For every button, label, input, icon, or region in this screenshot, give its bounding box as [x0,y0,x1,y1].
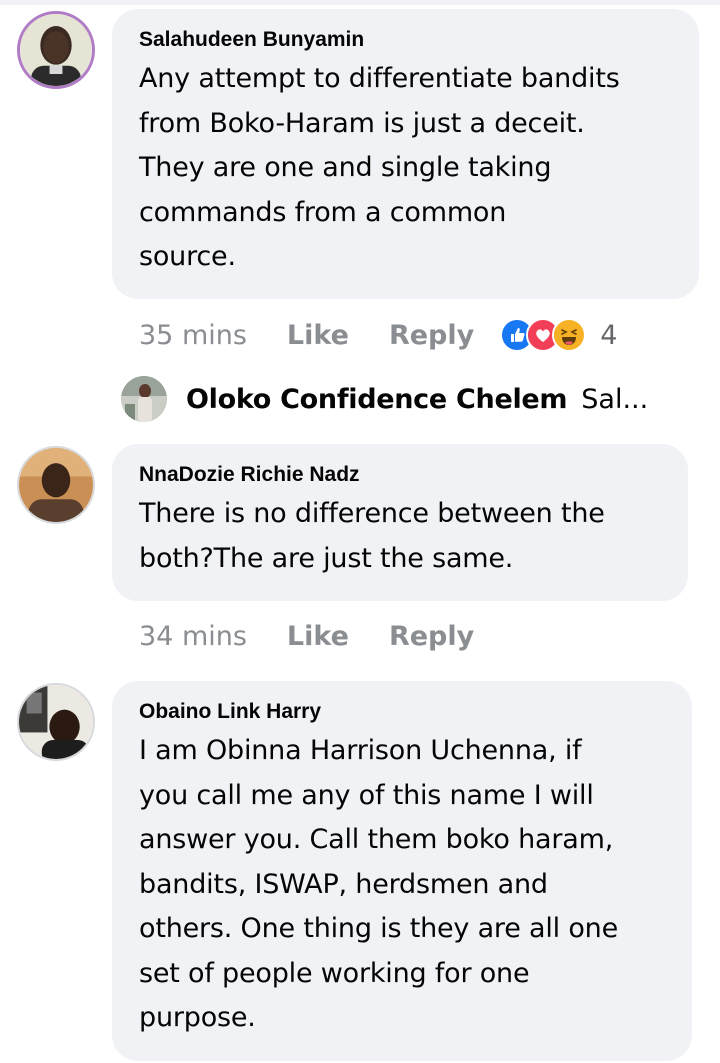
comment-line: I am Obinna Harrison Uchenna, if [139,735,582,766]
comment-line: set of people working for one [139,957,530,989]
comment-body: Any attempt to differentiate bandits fro… [139,57,675,280]
comment-line: They are one and single taking [139,152,552,183]
avatar[interactable] [17,11,95,89]
comment-bubble: Obaino Link Harry I am Obinna Harrison U… [112,681,692,1061]
comment-bubble: Salahudeen Bunyamin Any attempt to diffe… [112,9,699,299]
comment-line: Any attempt to differentiate bandits [139,63,620,94]
comment-line: from Boko-Haram is just a deceit. [139,107,585,139]
comment-timestamp[interactable]: 34 mins [139,621,247,652]
comment-author[interactable]: Salahudeen Bunyamin [139,27,675,53]
comment-body: There is no difference between the both?… [139,492,664,581]
reply-button[interactable]: Reply [389,621,474,652]
reply-author: Oloko Confidence Chelem [186,383,568,415]
like-button[interactable]: Like [287,621,349,652]
comment-line: both?The are just the same. [139,542,514,574]
comment-line: answer you. Call them boko haram, [139,824,614,855]
comment-line: purpose. [139,1002,256,1033]
avatar-photo [19,685,93,759]
reply-button[interactable]: Reply [389,320,474,351]
comment-line: you call me any of this name I will [139,779,594,811]
comment-line: others. One thing is they are all one [139,913,618,944]
comment-line: bandits, ISWAP, herdsmen and [139,868,548,900]
comment-line: commands from a common [139,196,507,228]
reaction-summary[interactable] [500,318,587,352]
comment-body: I am Obinna Harrison Uchenna, if you cal… [139,729,668,1041]
reply-avatar [121,376,167,422]
reply-preview[interactable]: Oloko Confidence Chelem Sal... [121,375,648,423]
comment-timestamp[interactable]: 35 mins [139,320,247,351]
top-divider [0,0,720,5]
comment-line: There is no difference between the [139,498,605,529]
comment-actions: 35 mins Like Reply 4 [139,315,617,355]
comment-author[interactable]: Obaino Link Harry [139,699,668,725]
reaction-count[interactable]: 4 [600,320,617,351]
avatar[interactable] [17,446,95,524]
haha-reaction-icon [552,318,587,352]
avatar-photo [20,14,92,86]
avatar[interactable] [17,683,95,761]
like-button[interactable]: Like [287,320,349,351]
avatar-photo [19,448,93,522]
comment-actions: 34 mins Like Reply [139,616,474,656]
comment-author[interactable]: NnaDozie Richie Nadz [139,462,664,488]
comment-bubble: NnaDozie Richie Nadz There is no differe… [112,444,688,601]
comment-line: source. [139,241,236,272]
reply-snippet: Sal... [581,383,649,415]
